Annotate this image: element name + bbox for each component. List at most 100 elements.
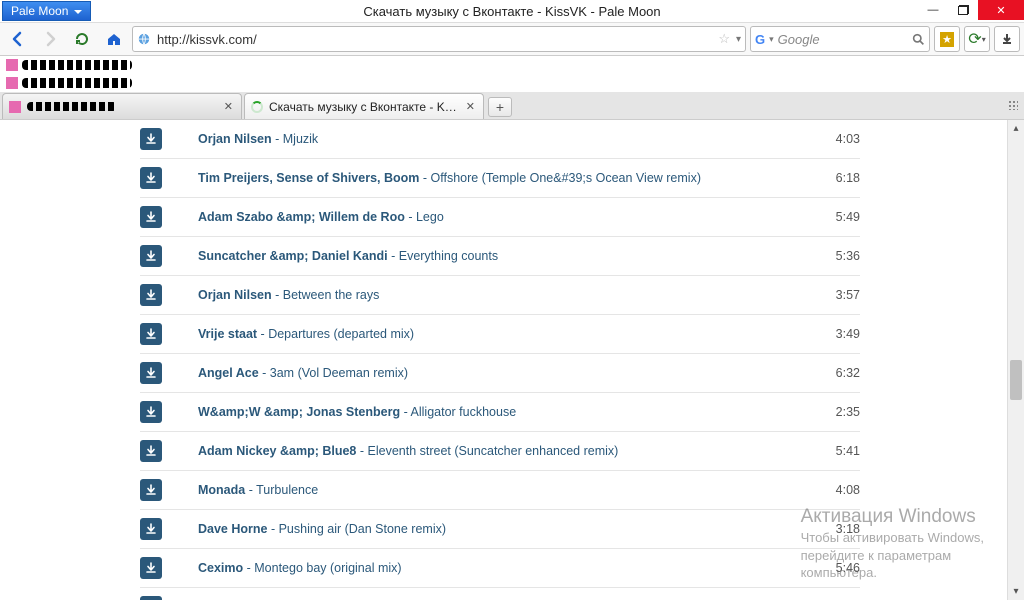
track-title: Montego bay (original mix) — [254, 561, 401, 575]
restore-button[interactable] — [948, 0, 978, 20]
home-button[interactable] — [100, 26, 128, 52]
track-list: Orjan Nilsen - Mjuzik4:03Tim Preijers, S… — [140, 120, 860, 600]
track-duration: 6:18 — [810, 171, 860, 185]
download-button[interactable] — [140, 518, 162, 540]
tab-close-button[interactable]: ✕ — [464, 100, 477, 113]
track-separator: - — [243, 561, 254, 575]
home-icon — [106, 31, 122, 47]
track-duration: 3:18 — [810, 522, 860, 536]
track-row: Monada - Turbulence4:08 — [140, 471, 860, 510]
downloads-button[interactable] — [994, 26, 1020, 52]
track-meta[interactable]: Adam Szabo &amp; Willem de Roo - Lego — [198, 210, 810, 224]
track-row: Ceximo - Montego bay (original mix)5:46 — [140, 549, 860, 588]
search-engine-dropdown-icon[interactable]: ▾ — [769, 34, 774, 45]
track-artist: Vrije staat — [198, 327, 257, 341]
tab-inactive[interactable]: ✕ — [2, 93, 242, 119]
track-meta[interactable]: Vrije staat - Departures (departed mix) — [198, 327, 810, 341]
download-button[interactable] — [140, 362, 162, 384]
scroll-down-icon[interactable]: ▾ — [1008, 583, 1024, 600]
track-meta[interactable]: Tim Preijers, Sense of Shivers, Boom - O… — [198, 171, 810, 185]
history-button[interactable]: ⟳▾ — [964, 26, 990, 52]
download-button[interactable] — [140, 323, 162, 345]
scroll-thumb[interactable] — [1010, 360, 1022, 400]
track-title: Lego — [416, 210, 444, 224]
search-icon[interactable] — [912, 33, 925, 46]
track-title: Departures (departed mix) — [268, 327, 414, 341]
tab-inactive-label — [27, 102, 117, 111]
track-artist: Ceximo — [198, 561, 243, 575]
download-button[interactable] — [140, 479, 162, 501]
track-artist: Monada — [198, 483, 245, 497]
track-separator: - — [267, 522, 278, 536]
download-button[interactable] — [140, 245, 162, 267]
track-meta[interactable]: W&amp;W &amp; Jonas Stenberg - Alligator… — [198, 405, 810, 419]
track-artist: Suncatcher &amp; Daniel Kandi — [198, 249, 388, 263]
track-duration: 5:49 — [810, 210, 860, 224]
nav-toolbar: http://kissvk.com/ ☆ ▾ G ▾ Google ★ ⟳▾ — [0, 22, 1024, 56]
track-duration: 5:36 — [810, 249, 860, 263]
back-button[interactable] — [4, 26, 32, 52]
site-identity-icon — [137, 32, 151, 46]
forward-button[interactable] — [36, 26, 64, 52]
bookmark-bar-2 — [0, 74, 1024, 92]
minimize-button[interactable]: — — [918, 0, 948, 20]
track-duration: 2:35 — [810, 405, 860, 419]
back-arrow-icon — [10, 31, 26, 47]
track-duration: 5:41 — [810, 444, 860, 458]
tabbar-grip-icon[interactable] — [1008, 100, 1018, 110]
reload-button[interactable] — [68, 26, 96, 52]
google-g-icon: G — [755, 32, 765, 47]
download-button[interactable] — [140, 128, 162, 150]
track-separator: - — [257, 327, 268, 341]
tab-active[interactable]: Скачать музыку с Вконтакте - KissVK ✕ — [244, 93, 484, 119]
url-bar[interactable]: http://kissvk.com/ ☆ ▾ — [132, 26, 746, 52]
track-meta[interactable]: Ceximo - Montego bay (original mix) — [198, 561, 810, 575]
track-meta[interactable]: Orjan Nilsen - Between the rays — [198, 288, 810, 302]
download-button[interactable] — [140, 284, 162, 306]
track-row: W&amp;W &amp; Jonas Stenberg - Alligator… — [140, 393, 860, 432]
track-meta[interactable]: Monada - Turbulence — [198, 483, 810, 497]
dropdown-history-icon[interactable]: ▾ — [736, 34, 741, 45]
close-button[interactable]: ✕ — [978, 0, 1024, 20]
track-row: Suncatcher &amp; Daniel Kandi - Everythi… — [140, 237, 860, 276]
track-meta[interactable]: Angel Ace - 3am (Vol Deeman remix) — [198, 366, 810, 380]
tab-close-button[interactable]: ✕ — [222, 100, 235, 113]
download-button[interactable] — [140, 167, 162, 189]
track-separator: - — [400, 405, 410, 419]
track-artist: W&amp;W &amp; Jonas Stenberg — [198, 405, 400, 419]
scroll-up-icon[interactable]: ▴ — [1008, 120, 1024, 137]
track-duration: 6:32 — [810, 366, 860, 380]
track-separator: - — [419, 171, 430, 185]
track-separator: - — [245, 483, 256, 497]
track-artist: Orjan Nilsen — [198, 288, 272, 302]
track-title: Alligator fuckhouse — [411, 405, 517, 419]
download-button[interactable] — [140, 596, 162, 600]
download-button[interactable] — [140, 440, 162, 462]
bookmark-star-button[interactable]: ★ — [934, 26, 960, 52]
track-duration: 3:57 — [810, 288, 860, 302]
bookmark-star-icon[interactable]: ☆ — [718, 31, 730, 47]
app-menu-button[interactable]: Pale Moon — [2, 1, 91, 21]
track-meta[interactable]: Orjan Nilsen - Mjuzik — [198, 132, 810, 146]
track-meta[interactable]: Adam Nickey &amp; Blue8 - Eleventh stree… — [198, 444, 810, 458]
track-duration: 4:08 — [810, 483, 860, 497]
app-menu-label: Pale Moon — [11, 4, 68, 18]
track-meta[interactable]: Dave Horne - Pushing air (Dan Stone remi… — [198, 522, 810, 536]
search-bar[interactable]: G ▾ Google — [750, 26, 930, 52]
track-row: Adam Szabo &amp; Willem de Roo - Lego5:4… — [140, 198, 860, 237]
track-meta[interactable]: Suncatcher &amp; Daniel Kandi - Everythi… — [198, 249, 810, 263]
download-button[interactable] — [140, 401, 162, 423]
track-artist: Adam Szabo &amp; Willem de Roo — [198, 210, 405, 224]
vertical-scrollbar[interactable]: ▴ ▾ — [1007, 120, 1024, 600]
track-row: Angel Ace - 3am (Vol Deeman remix)6:32 — [140, 354, 860, 393]
download-button[interactable] — [140, 206, 162, 228]
track-title: Eleventh street (Suncatcher enhanced rem… — [368, 444, 619, 458]
download-button[interactable] — [140, 557, 162, 579]
bookmark-label-1[interactable] — [22, 60, 132, 70]
tab-favicon-icon — [9, 101, 21, 113]
track-title: Offshore (Temple One&#39;s Ocean View re… — [431, 171, 702, 185]
tab-bar: ✕ Скачать музыку с Вконтакте - KissVK ✕ … — [0, 92, 1024, 120]
track-separator: - — [356, 444, 367, 458]
new-tab-button[interactable]: + — [488, 97, 512, 117]
bookmark-label-2[interactable] — [22, 78, 132, 88]
